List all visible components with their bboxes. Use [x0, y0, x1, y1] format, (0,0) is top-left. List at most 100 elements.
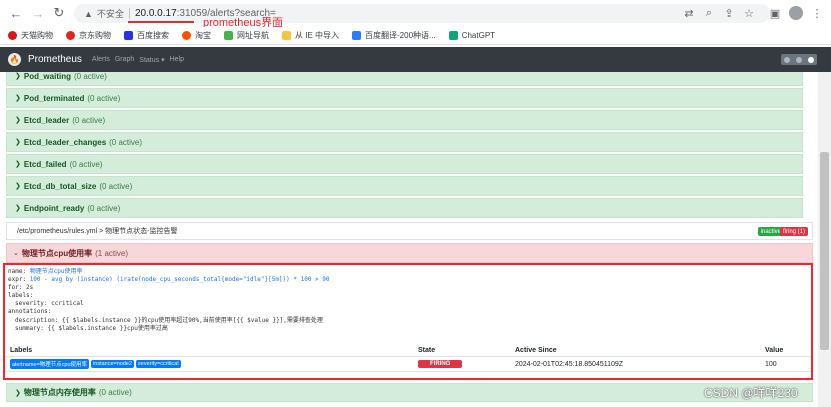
rule-name: Pod_waiting: [23, 72, 71, 81]
rule-name: Etcd_leader_changes: [23, 137, 107, 147]
rule-group-row[interactable]: ❯ Pod_waiting (0 active): [6, 72, 803, 86]
reload-icon[interactable]: ↻: [51, 5, 67, 21]
yaml-key: name:: [8, 268, 27, 275]
yaml-line: labels:: [8, 292, 34, 300]
bookmark-taobao[interactable]: 淘宝: [182, 30, 211, 41]
bookmark-nav[interactable]: 网址导航: [224, 30, 269, 41]
chatgpt-icon: [448, 31, 458, 40]
back-arrow-icon[interactable]: ←: [8, 5, 24, 21]
nav-graph[interactable]: Graph: [115, 56, 134, 63]
nav-status-dropdown[interactable]: Status ▾: [139, 56, 164, 64]
rule-name: Pod_terminated: [23, 93, 85, 103]
rule-group-row[interactable]: ❯ Etcd_failed (0 active): [6, 154, 803, 174]
header-state: State: [418, 346, 436, 354]
rule-count: (0 active): [69, 159, 103, 169]
rule-group-row[interactable]: ❯ Endpoint_ready (0 active): [6, 198, 803, 218]
dark-theme-icon[interactable]: [796, 56, 802, 63]
rule-name: Etcd_failed: [23, 159, 67, 169]
bookmark-ie-import[interactable]: 从 IE 中导入: [282, 30, 339, 41]
chevron-right-icon: ❯: [15, 161, 21, 168]
warning-triangle-icon: ▲: [84, 8, 93, 19]
rule-count: (1 active): [95, 248, 129, 258]
bookmark-chatgpt[interactable]: ChatGPT: [448, 31, 496, 40]
zoom-icon[interactable]: ⌕: [702, 6, 716, 20]
bookmark-label: 京东购物: [79, 31, 111, 40]
avatar: [789, 6, 803, 20]
table-row: alertname=物理节点cpu使用率 instance=node2 seve…: [5, 357, 811, 372]
alerts-page: ❯ Pod_waiting (0 active) ❯ Pod_terminate…: [0, 72, 818, 407]
forward-arrow-icon[interactable]: →: [30, 5, 46, 21]
share-icon[interactable]: ⇪: [722, 6, 736, 20]
rule-count: (0 active): [72, 115, 106, 125]
rule-group-row[interactable]: ❯ Etcd_db_total_size (0 active): [6, 176, 803, 196]
insecure-label: 不安全: [96, 9, 124, 19]
bookmark-label: 从 IE 中导入: [295, 31, 340, 40]
rule-group-row[interactable]: ❯ Pod_terminated (0 active): [6, 88, 803, 108]
nav-help[interactable]: Help: [170, 56, 184, 63]
label-chip: severity=ccritical: [136, 360, 181, 368]
yaml-line: description: {{ $labels.instance }}的cpu使…: [15, 316, 323, 324]
bookmark-label: 天猫购物: [21, 31, 53, 40]
brand-title[interactable]: Prometheus: [28, 54, 82, 65]
bookmark-label: 淘宝: [195, 31, 211, 40]
rule-count: (0 active): [87, 93, 121, 103]
label-chip: alertname=物理节点cpu使用率: [10, 359, 90, 369]
nav-icon: [224, 31, 233, 40]
firing-rule-header[interactable]: ⌄ 物理节点cpu使用率 (1 active): [6, 243, 813, 263]
bookmarks-bar: 天猫购物 京东购物 百度搜索 淘宝 网址导航 从 IE 中导入 百度翻译-200…: [0, 27, 831, 45]
star-icon[interactable]: ☆: [742, 6, 756, 20]
rule-name: 物理节点cpu使用率: [21, 248, 93, 258]
nav-alerts[interactable]: Alerts: [92, 56, 110, 63]
state-cell: FIRING: [418, 357, 463, 371]
yaml-line: for: 2s: [8, 284, 34, 292]
rule-count: (0 active): [74, 72, 107, 81]
rule-group-row[interactable]: ❯ Etcd_leader_changes (0 active): [6, 132, 803, 152]
chevron-right-icon: ❯: [15, 389, 21, 397]
rule-expr-link[interactable]: 100 - avg by (instance) (irate(node_cpu_…: [30, 276, 330, 283]
value-cell: 100: [765, 360, 777, 368]
profile-icon[interactable]: [789, 6, 803, 20]
header-labels: Labels: [10, 346, 33, 354]
translate-icon[interactable]: ⇄: [682, 6, 696, 20]
side-panel-icon[interactable]: ▣: [768, 6, 782, 20]
rule-name: Etcd_db_total_size: [23, 181, 97, 191]
rule-name-link[interactable]: 物理节点cpu使用率: [30, 268, 83, 275]
header-value: Value: [765, 346, 784, 354]
chevron-right-icon: ❯: [15, 73, 21, 80]
labels-cell: alertname=物理节点cpu使用率 instance=node2 seve…: [10, 357, 183, 371]
chevron-down-icon: ⌄: [13, 250, 19, 257]
chevron-right-icon: ❯: [15, 183, 21, 190]
bookmark-baidu-translate[interactable]: 百度翻译-200种语...: [352, 30, 436, 41]
prometheus-logo-icon[interactable]: 🔥: [8, 53, 21, 66]
rule-group-row[interactable]: ❯ Etcd_leader (0 active): [6, 110, 803, 130]
folder-icon: [282, 31, 291, 40]
rule-group-row[interactable]: ❯ 物理节点内存使用率 (0 active): [6, 383, 813, 402]
scrollbar-thumb[interactable]: [820, 152, 829, 350]
chevron-right-icon: ❯: [15, 139, 21, 146]
yaml-line: summary: {{ $labels.instance }}cpu使用率过高: [15, 324, 168, 332]
theme-toggle[interactable]: [781, 54, 817, 65]
state-badge: FIRING: [418, 360, 463, 368]
light-theme-icon[interactable]: [784, 56, 790, 63]
bookmark-jd[interactable]: 京东购物: [66, 30, 111, 41]
rule-count: (0 active): [99, 181, 133, 191]
bookmark-label: ChatGPT: [461, 31, 496, 40]
menu-kebab-icon[interactable]: ⋮: [810, 6, 824, 20]
tmall-icon: [8, 31, 17, 40]
firing-filter-badge[interactable]: firing (1): [779, 227, 808, 236]
auto-theme-icon[interactable]: [808, 56, 814, 63]
label-chip: instance=node2: [91, 360, 135, 368]
bookmark-tmall[interactable]: 天猫购物: [8, 30, 53, 41]
rule-file-header: /etc/prometheus/rules.yml > 物理节点状态-监控告警 …: [6, 222, 813, 240]
jd-icon: [66, 31, 75, 40]
bookmark-baidu[interactable]: 百度搜索: [124, 30, 169, 41]
yaml-line: annotations:: [8, 308, 52, 316]
annotation-underline: [128, 21, 194, 23]
taobao-icon: [182, 31, 191, 40]
watermark: CSDN @咩咩230: [704, 386, 798, 400]
rule-name: Etcd_leader: [23, 115, 70, 125]
bookmark-label: 百度翻译-200种语...: [365, 31, 436, 40]
chevron-right-icon: ❯: [15, 117, 21, 124]
baidu-icon: [124, 31, 133, 40]
rule-file-path: /etc/prometheus/rules.yml > 物理节点状态-监控告警: [17, 228, 178, 235]
